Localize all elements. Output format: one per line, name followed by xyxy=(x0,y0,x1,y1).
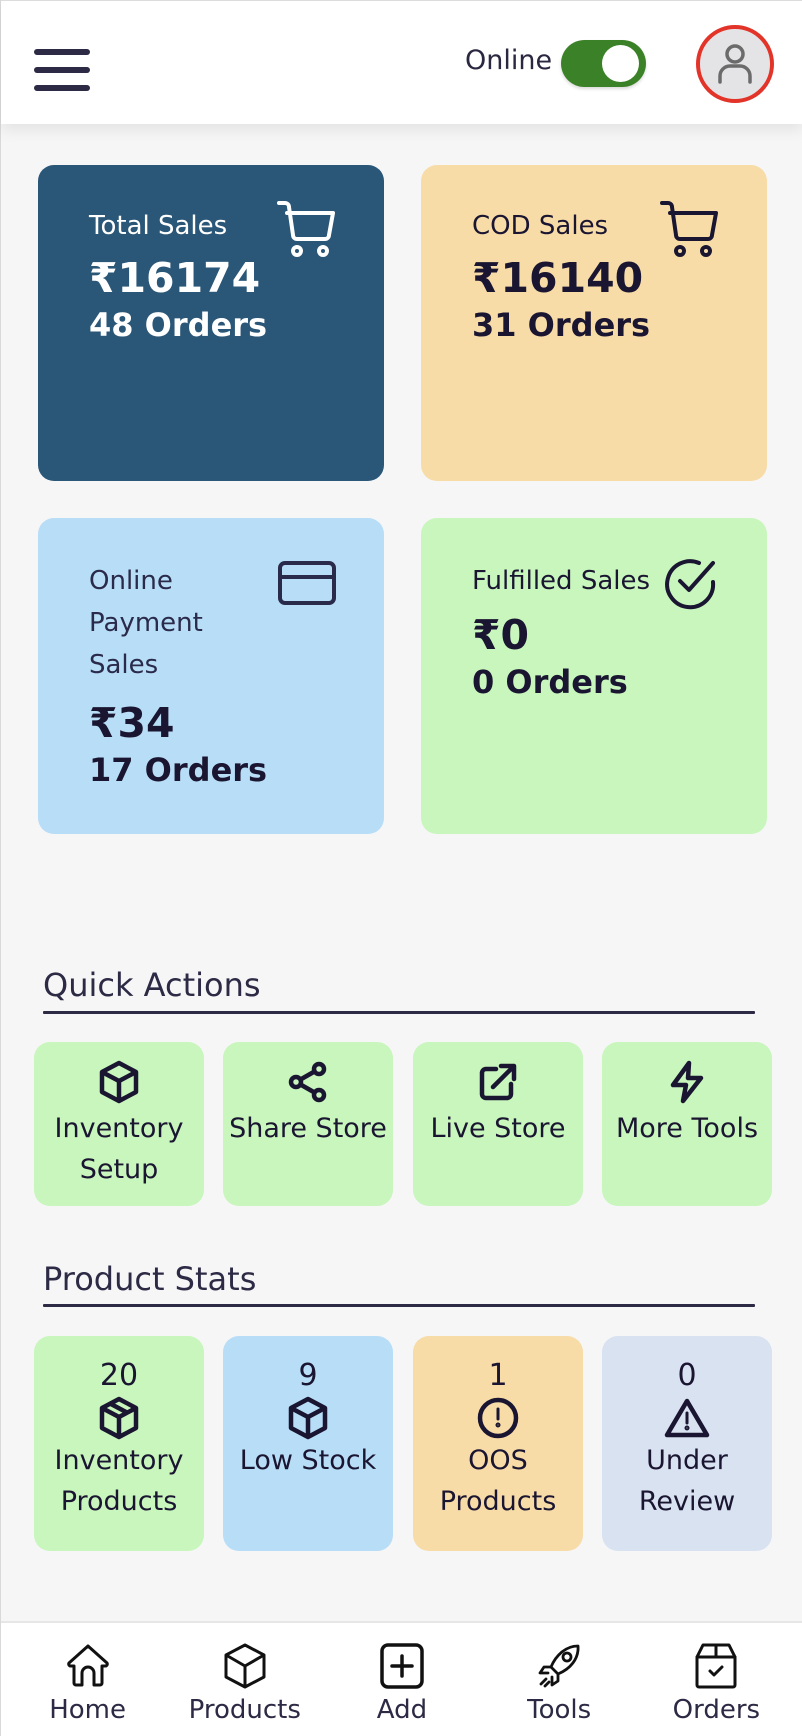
cart-icon xyxy=(660,199,720,259)
cod-sales-card[interactable]: COD Sales ₹16140 31 Orders xyxy=(421,165,767,481)
card-orders: 48 Orders xyxy=(89,306,268,344)
product-stats-heading: Product Stats xyxy=(43,1260,257,1298)
bottom-navigation: Home Products Add Tools Orders xyxy=(1,1621,802,1736)
nav-label: Tools xyxy=(527,1695,592,1725)
lightning-icon xyxy=(665,1060,709,1104)
plus-square-icon xyxy=(379,1643,425,1689)
nav-home[interactable]: Home xyxy=(13,1623,163,1736)
inventory-setup-button[interactable]: Inventory Setup xyxy=(34,1042,204,1206)
tile-label: More Tools xyxy=(615,1113,759,1144)
total-sales-card[interactable]: Total Sales ₹16174 48 Orders xyxy=(38,165,384,481)
under-review-stat[interactable]: 0 Under Review xyxy=(602,1336,772,1551)
online-status-label: Online xyxy=(465,45,553,76)
card-title: Total Sales xyxy=(89,211,228,241)
box-icon xyxy=(286,1396,330,1440)
top-header: Online xyxy=(1,0,802,124)
avatar-button[interactable] xyxy=(696,25,774,103)
menu-line xyxy=(34,49,90,55)
warning-triangle-icon xyxy=(663,1396,711,1440)
rocket-icon xyxy=(536,1643,582,1689)
stat-label: Under Review xyxy=(638,1445,736,1517)
stat-count: 1 xyxy=(488,1358,508,1393)
user-icon xyxy=(715,42,755,86)
nav-label: Orders xyxy=(672,1695,761,1725)
online-payment-sales-card[interactable]: Online Payment Sales ₹34 17 Orders xyxy=(38,518,384,834)
box-icon xyxy=(97,1060,141,1104)
live-store-button[interactable]: Live Store xyxy=(413,1042,583,1206)
stat-count: 0 xyxy=(677,1358,697,1393)
low-stock-stat[interactable]: 9 Low Stock xyxy=(223,1336,393,1551)
card-title: Fulfilled Sales xyxy=(472,566,651,596)
stat-count: 20 xyxy=(99,1358,139,1393)
tile-label: Inventory Setup xyxy=(54,1113,184,1185)
inventory-products-stat[interactable]: 20 Inventory Products xyxy=(34,1336,204,1551)
order-box-icon xyxy=(693,1643,739,1689)
card-amount: ₹0 xyxy=(472,611,530,659)
stat-count: 9 xyxy=(298,1358,318,1393)
card-amount: ₹34 xyxy=(89,699,175,747)
external-link-icon xyxy=(476,1060,520,1104)
online-toggle[interactable] xyxy=(561,40,646,87)
more-tools-button[interactable]: More Tools xyxy=(602,1042,772,1206)
package-icon xyxy=(97,1396,141,1440)
cube-icon xyxy=(222,1643,268,1689)
nav-orders[interactable]: Orders xyxy=(641,1623,791,1736)
card-orders: 17 Orders xyxy=(89,751,268,789)
oos-products-stat[interactable]: 1 OOS Products xyxy=(413,1336,583,1551)
product-stats-divider xyxy=(43,1304,755,1307)
cart-icon xyxy=(277,199,337,259)
alert-circle-icon xyxy=(476,1396,520,1440)
card-orders: 31 Orders xyxy=(472,306,651,344)
card-orders: 0 Orders xyxy=(472,663,628,701)
menu-line xyxy=(34,67,90,73)
quick-actions-heading: Quick Actions xyxy=(43,966,261,1004)
menu-line xyxy=(34,85,90,91)
card-title: Online Payment Sales xyxy=(89,566,203,680)
tile-label: Live Store xyxy=(430,1113,566,1144)
toggle-knob xyxy=(602,45,639,82)
card-amount: ₹16140 xyxy=(472,254,644,302)
card-title: COD Sales xyxy=(472,211,609,241)
tile-label: Share Store xyxy=(229,1113,387,1144)
nav-products[interactable]: Products xyxy=(170,1623,320,1736)
nav-label: Home xyxy=(49,1695,126,1725)
nav-tools[interactable]: Tools xyxy=(484,1623,634,1736)
credit-card-icon xyxy=(277,560,337,620)
stat-label: Low Stock xyxy=(239,1445,377,1476)
share-icon xyxy=(286,1060,330,1104)
nav-label: Add xyxy=(376,1695,428,1725)
fulfilled-sales-card[interactable]: Fulfilled Sales ₹0 0 Orders xyxy=(421,518,767,834)
nav-label: Products xyxy=(188,1695,301,1725)
card-amount: ₹16174 xyxy=(89,254,261,302)
nav-add[interactable]: Add xyxy=(327,1623,477,1736)
stat-label: OOS Products xyxy=(439,1445,557,1517)
quick-actions-divider xyxy=(43,1011,755,1014)
home-icon xyxy=(65,1643,111,1689)
check-circle-icon xyxy=(663,556,723,616)
stat-label: Inventory Products xyxy=(54,1445,184,1517)
share-store-button[interactable]: Share Store xyxy=(223,1042,393,1206)
hamburger-menu-icon[interactable] xyxy=(34,47,90,91)
